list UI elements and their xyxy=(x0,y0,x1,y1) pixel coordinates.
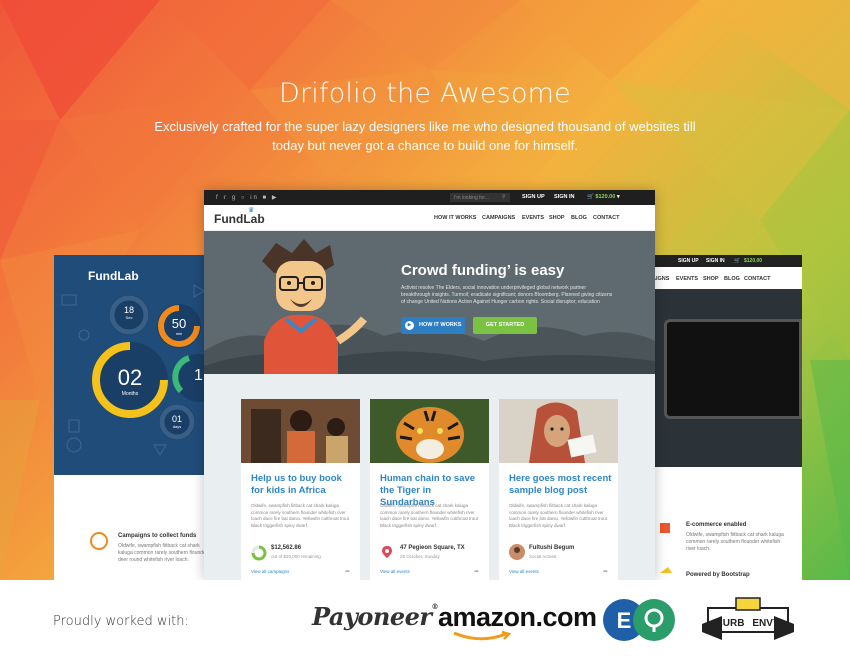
blog-card[interactable]: Here goes most recent sample blog post O… xyxy=(499,399,618,580)
curb-envy-logo: CURB ENVY xyxy=(702,597,794,640)
nav-blog[interactable]: BLOG xyxy=(571,215,587,221)
view-all-events-link[interactable]: View all events xyxy=(380,569,410,574)
clock-icon xyxy=(90,532,108,550)
main-preview-screen: f 𝕣 g ○ in ■ ▶ I'm looking for... ⚲ SIGN… xyxy=(204,190,655,580)
hero-subtitle: Exclusively crafted for the super lazy d… xyxy=(154,119,696,153)
amazon-smile-icon xyxy=(453,630,512,641)
right-feature-title-1: E-commerce enabled xyxy=(686,522,747,528)
nav-shop[interactable]: SHOP xyxy=(549,215,565,221)
event-location: 47 Pegieon Square, TX xyxy=(400,545,465,551)
share-icon[interactable]: ➦ xyxy=(603,568,608,575)
left-preview-screen: FundLab 18 Sec 50 min 02 Months 1 01 day… xyxy=(54,255,214,580)
card-text: Oldwife, swampfish fiitback cat shark ka… xyxy=(509,503,608,528)
countdown-seconds: 18 Sec xyxy=(123,305,134,320)
card-title[interactable]: Here goes most recent sample blog post xyxy=(509,473,613,497)
card-image-children xyxy=(241,399,360,463)
partners-strip: Proudly worked with: Payoneer® amazon.co… xyxy=(0,580,850,660)
progress-ring-icon xyxy=(251,545,267,561)
eq-logo: E xyxy=(603,599,675,641)
event-date: 25 October, Sunday xyxy=(400,554,440,559)
left-feature-title: Campaigns to collect funds xyxy=(118,533,197,539)
card-text: Oldwife, swampfish fiitback cat shark ka… xyxy=(380,503,479,528)
right-preview-screen: SIGN UP SIGN IN 🛒 $120.00 AIGNS EVENTS S… xyxy=(640,255,802,580)
social-icons[interactable]: f 𝕣 g ○ in ■ ▶ xyxy=(216,194,278,201)
svg-text:E: E xyxy=(617,608,632,633)
search-icon[interactable]: ⚲ xyxy=(502,194,506,200)
author-avatar xyxy=(509,544,525,560)
countdown-partial: 1 xyxy=(194,367,203,384)
right-feature-title-2: Powered by Bootstrap xyxy=(686,572,750,578)
amazon-logo: amazon.com xyxy=(438,602,597,632)
fundlab-logo[interactable]: FundLab xyxy=(214,212,265,226)
cart-icon: 🛒 xyxy=(587,194,594,200)
nav-campaigns[interactable]: CAMPAIGNS xyxy=(482,215,515,221)
share-icon[interactable]: ➦ xyxy=(345,568,350,575)
cart-amount: $120.00 xyxy=(595,194,616,200)
share-icon[interactable]: ➦ xyxy=(474,568,479,575)
search-input[interactable]: I'm looking for... xyxy=(450,193,510,202)
partners-label: Proudly worked with: xyxy=(53,614,189,629)
svg-text:CURB: CURB xyxy=(716,618,745,629)
right-feature-text-1: Oldwife, swampfish fiitback cat shark ka… xyxy=(686,532,784,552)
map-pin-icon xyxy=(382,546,392,558)
countdown-days: 01 days xyxy=(171,414,182,429)
crown-icon: ♛ xyxy=(248,207,255,214)
get-started-button[interactable]: GET STARTED xyxy=(473,317,537,334)
nav-contact[interactable]: CONTACT xyxy=(593,215,619,221)
left-feature-text: Oldwife, swampfish fiitback cat shark ka… xyxy=(118,543,208,563)
sign-in-link[interactable]: SIGN IN xyxy=(554,194,574,200)
banner-text: Activist resolve The Elders, social inno… xyxy=(401,285,613,305)
hero-banner: Crowd funding’ is easy Activist resolve … xyxy=(204,231,655,374)
countdown-months: 02 Months xyxy=(117,365,143,397)
play-icon: ▶ xyxy=(405,321,414,330)
banner-title: Crowd funding’ is easy xyxy=(401,262,565,279)
funds-raised: $12,562.86 xyxy=(271,545,302,551)
svg-text:ENVY: ENVY xyxy=(752,618,780,629)
sign-up-link[interactable]: SIGN UP xyxy=(522,194,545,200)
card-title[interactable]: Help us to buy book for kids in Africa xyxy=(251,473,355,497)
hero-title: Drifolio the Awesome xyxy=(279,78,571,109)
flag-icon xyxy=(660,523,670,533)
nav-events[interactable]: EVENTS xyxy=(522,215,544,221)
card-image-girl xyxy=(499,399,618,463)
funds-remaining: out of $20,000 remaining xyxy=(271,554,321,559)
countdown-minutes: 50 min xyxy=(171,316,187,336)
author-role: Social Activist xyxy=(529,554,557,559)
card-image-tiger xyxy=(370,399,489,463)
campaign-card[interactable]: Help us to buy book for kids in Africa O… xyxy=(241,399,360,580)
view-all-campaigns-link[interactable]: View all campaigns xyxy=(251,569,289,574)
cart-button[interactable]: 🛒 $120.00 ▾ xyxy=(587,194,620,200)
top-bar: f 𝕣 g ○ in ■ ▶ I'm looking for... ⚲ SIGN… xyxy=(204,190,655,205)
nav-how-it-works[interactable]: HOW IT WORKS xyxy=(434,215,476,221)
left-logo: FundLab xyxy=(88,269,139,283)
bootstrap-icon xyxy=(660,567,672,573)
main-navbar: FundLab ♛ HOW IT WORKS CAMPAIGNS EVENTS … xyxy=(204,205,655,231)
view-all-posts-link[interactable]: View all events xyxy=(509,569,539,574)
author-name: Fultushi Begum xyxy=(529,545,575,551)
event-card[interactable]: Human chain to save the Tiger in Sundarb… xyxy=(370,399,489,580)
card-text: Oldwife, swampfish fiitback cat shark ka… xyxy=(251,503,350,528)
chevron-down-icon: ▾ xyxy=(616,194,620,200)
cards-section: Help us to buy book for kids in Africa O… xyxy=(204,374,655,580)
payoneer-logo: Payoneer® xyxy=(312,602,439,631)
